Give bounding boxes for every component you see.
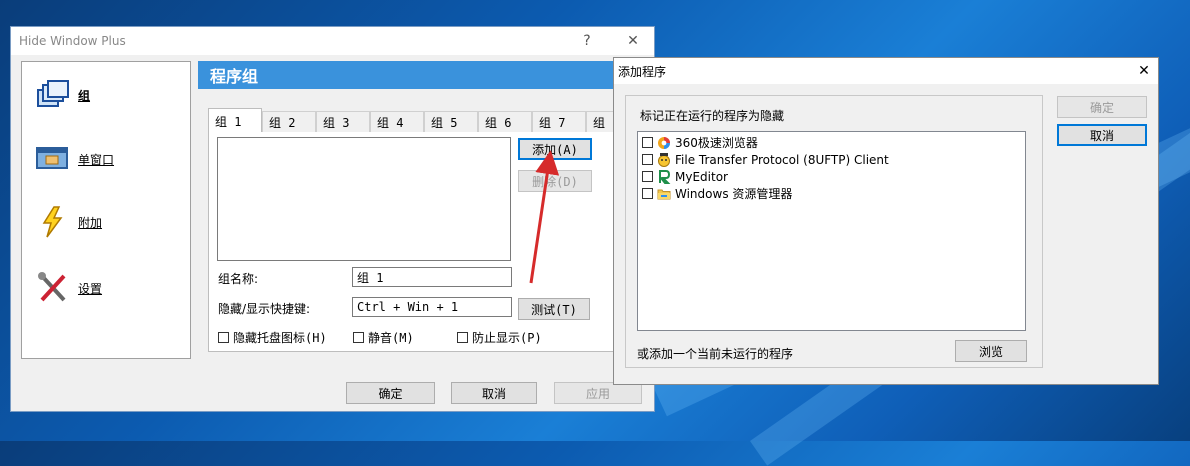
checkbox-box[interactable]	[642, 188, 653, 199]
tab-label: 组 5	[431, 115, 458, 130]
tab-group-4[interactable]: 组 4	[370, 111, 424, 132]
checkbox-box[interactable]	[218, 332, 229, 343]
tab-group-6[interactable]: 组 6	[478, 111, 532, 132]
tab-group-8[interactable]: 组 8	[586, 111, 614, 132]
tools-icon	[38, 272, 66, 302]
prevent-show-checkbox[interactable]: 防止显示(P)	[457, 329, 542, 346]
checkbox-label: 静音(M)	[368, 331, 414, 345]
dialog-cancel-button[interactable]: 取消	[1057, 124, 1147, 146]
ok-button[interactable]: 确定	[346, 382, 435, 404]
checkbox-box[interactable]	[642, 137, 653, 148]
lightning-icon	[42, 206, 63, 238]
title-bar: Hide Window Plus ? ✕	[11, 27, 654, 55]
dialog-title-bar: 添加程序 ✕	[614, 58, 1158, 84]
checkbox-box[interactable]	[642, 154, 653, 165]
tab-label: 组 1	[215, 114, 242, 129]
main-window: Hide Window Plus ? ✕ 组 单窗口 附加 设置 程序组 组 1…	[10, 26, 655, 412]
tab-label: 组 4	[377, 115, 404, 130]
delete-button[interactable]: 删除(D)	[518, 170, 592, 192]
program-item[interactable]: File Transfer Protocol (8UFTP) Client	[642, 151, 1021, 168]
apply-button[interactable]: 应用	[554, 382, 642, 404]
nav-item-single-window[interactable]: 单窗口	[36, 146, 114, 172]
tab-group-3[interactable]: 组 3	[316, 111, 370, 132]
tab-group-7[interactable]: 组 7	[532, 111, 586, 132]
checkbox-box[interactable]	[353, 332, 364, 343]
tab-label: 组 3	[323, 115, 350, 130]
ftp-client-icon	[658, 152, 670, 167]
dialog-ok-button[interactable]: 确定	[1057, 96, 1147, 118]
tab-group-2[interactable]: 组 2	[262, 111, 316, 132]
mute-checkbox[interactable]: 静音(M)	[353, 329, 414, 346]
dialog-instruction: 标记正在运行的程序为隐藏	[640, 109, 785, 123]
nav-item-settings[interactable]: 设置	[36, 272, 102, 304]
help-button[interactable]: ?	[573, 27, 601, 55]
hide-tray-checkbox[interactable]: 隐藏托盘图标(H)	[218, 329, 327, 346]
window-title: Hide Window Plus	[19, 34, 126, 48]
add-program-dialog: 添加程序 ✕ 标记正在运行的程序为隐藏 360极速浏览器 File Transf…	[613, 57, 1159, 385]
windows-stack-icon	[37, 80, 69, 107]
folder-icon	[657, 189, 671, 199]
tab-group-5[interactable]: 组 5	[424, 111, 478, 132]
program-group-box: 标记正在运行的程序为隐藏 360极速浏览器 File Transfer Prot…	[625, 95, 1043, 368]
nav-item-group[interactable]: 组	[36, 80, 90, 110]
tab-label: 组 7	[539, 115, 566, 130]
tab-group-1[interactable]: 组 1	[208, 108, 262, 133]
nav-panel: 组 单窗口 附加 设置	[21, 61, 191, 359]
checkbox-box[interactable]	[642, 171, 653, 182]
checkbox-box[interactable]	[457, 332, 468, 343]
hotkey-label: 隐藏/显示快捷键:	[218, 302, 311, 316]
tab-label: 组 2	[269, 115, 296, 130]
running-program-list[interactable]: 360极速浏览器 File Transfer Protocol (8UFTP) …	[637, 131, 1026, 331]
close-button[interactable]: ✕	[619, 27, 647, 55]
single-window-icon	[36, 147, 68, 169]
program-item[interactable]: MyEditor	[642, 168, 1021, 185]
program-name: MyEditor	[675, 169, 728, 184]
program-list[interactable]	[217, 137, 511, 261]
browse-button[interactable]: 浏览	[955, 340, 1027, 362]
program-item[interactable]: Windows 资源管理器	[642, 185, 1021, 202]
dialog-title: 添加程序	[618, 64, 667, 79]
group-name-input[interactable]: 组 1	[352, 267, 512, 287]
add-button[interactable]: 添加(A)	[518, 138, 592, 160]
test-button[interactable]: 测试(T)	[518, 298, 590, 320]
checkbox-label: 防止显示(P)	[472, 331, 542, 345]
browser-360-icon	[658, 136, 670, 149]
program-name: File Transfer Protocol (8UFTP) Client	[675, 152, 889, 167]
program-name: Windows 资源管理器	[675, 187, 793, 201]
dialog-close-button[interactable]: ✕	[1130, 58, 1158, 84]
or-add-label: 或添加一个当前未运行的程序	[637, 347, 794, 361]
nav-label-single-window: 单窗口	[78, 152, 115, 167]
program-name: 360极速浏览器	[675, 136, 758, 150]
tab-label: 组 6	[485, 115, 512, 130]
hotkey-input[interactable]: Ctrl + Win + 1	[352, 297, 512, 317]
nav-label-group: 组	[78, 88, 91, 103]
cancel-button[interactable]: 取消	[451, 382, 537, 404]
program-item[interactable]: 360极速浏览器	[642, 134, 1021, 151]
nav-label-attach: 附加	[78, 215, 103, 230]
tab-label: 组 8	[593, 115, 613, 130]
checkbox-label: 隐藏托盘图标(H)	[233, 331, 327, 345]
myeditor-icon	[659, 169, 671, 184]
section-header: 程序组	[198, 61, 646, 89]
section-title: 程序组	[210, 67, 259, 86]
group-name-label: 组名称:	[218, 272, 259, 286]
nav-item-attach[interactable]: 附加	[36, 206, 102, 238]
nav-label-settings: 设置	[78, 281, 103, 296]
